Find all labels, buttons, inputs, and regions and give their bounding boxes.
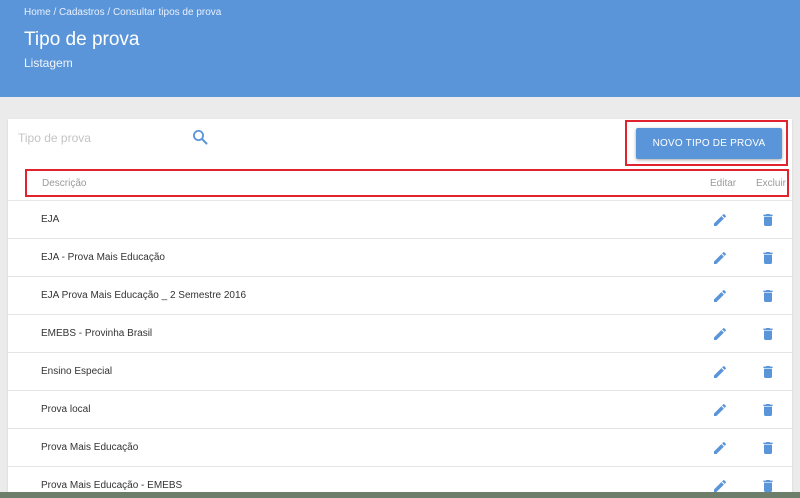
trash-icon[interactable]	[760, 363, 776, 381]
pencil-icon[interactable]	[712, 250, 728, 266]
table-row: EJA	[8, 201, 792, 239]
trash-icon[interactable]	[760, 287, 776, 305]
table-row: EJA Prova Mais Educação _ 2 Semestre 201…	[8, 277, 792, 315]
column-header-edit: Editar	[710, 178, 737, 189]
trash-icon[interactable]	[760, 211, 776, 229]
pencil-icon[interactable]	[712, 288, 728, 304]
page-header: Home / Cadastros / Consultar tipos de pr…	[0, 0, 800, 97]
row-description: Prova Mais Educação	[41, 442, 139, 453]
table-row: EJA - Prova Mais Educação	[8, 239, 792, 277]
row-description: EJA Prova Mais Educação _ 2 Semestre 201…	[41, 290, 247, 301]
table-row: Prova local	[8, 391, 792, 429]
column-header-delete: Excluir	[756, 178, 787, 189]
list-card: NOVO TIPO DE PROVA Descrição Editar Excl…	[8, 119, 792, 498]
pencil-icon[interactable]	[712, 364, 728, 380]
table-row: Ensino Especial	[8, 353, 792, 391]
breadcrumb-separator: /	[50, 7, 60, 18]
new-test-type-button[interactable]: NOVO TIPO DE PROVA	[636, 128, 782, 159]
row-description: EJA - Prova Mais Educação	[41, 252, 165, 263]
breadcrumb-cadastros[interactable]: Cadastros	[59, 7, 105, 18]
pencil-icon[interactable]	[712, 440, 728, 456]
breadcrumb-current: Consultar tipos de prova	[112, 7, 222, 18]
page-title: Tipo de prova	[24, 29, 140, 50]
table-header: Descrição Editar Excluir	[25, 169, 789, 197]
pencil-icon[interactable]	[712, 402, 728, 418]
row-description: EMEBS - Provinha Brasil	[41, 328, 153, 339]
page-subtitle: Listagem	[24, 56, 73, 70]
pencil-icon[interactable]	[712, 326, 728, 342]
row-description: Prova Mais Educação - EMEBS	[41, 480, 183, 491]
table-row: EMEBS - Provinha Brasil	[8, 315, 792, 353]
row-description: Prova local	[41, 404, 91, 415]
search-input[interactable]	[18, 127, 188, 149]
row-description: EJA	[41, 214, 60, 225]
pencil-icon[interactable]	[712, 212, 728, 228]
search-icon[interactable]	[192, 129, 208, 145]
table-body: EJA EJA - Prova Mais Educação EJA Prova …	[8, 201, 792, 498]
breadcrumb-home[interactable]: Home	[24, 7, 51, 18]
breadcrumb-separator: /	[104, 7, 113, 18]
trash-icon[interactable]	[760, 401, 776, 419]
trash-icon[interactable]	[760, 439, 776, 457]
trash-icon[interactable]	[760, 325, 776, 343]
trash-icon[interactable]	[760, 249, 776, 267]
column-header-description: Descrição	[42, 178, 87, 189]
taskbar-strip	[0, 492, 800, 498]
breadcrumb: Home / Cadastros / Consultar tipos de pr…	[24, 7, 221, 18]
row-description: Ensino Especial	[41, 366, 113, 377]
table-row: Prova Mais Educação	[8, 429, 792, 467]
